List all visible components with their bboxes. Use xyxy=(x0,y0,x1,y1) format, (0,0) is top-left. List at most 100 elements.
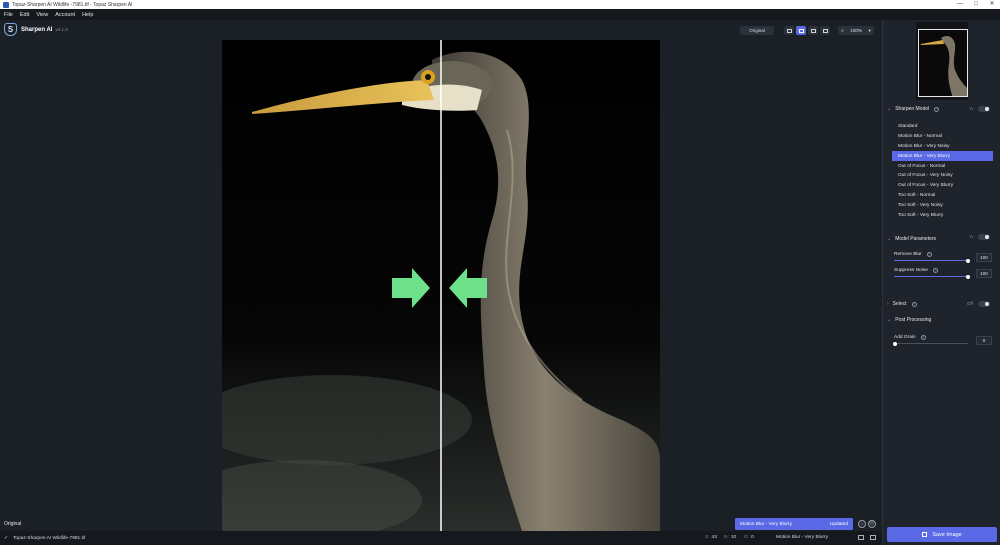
model-item-too-soft-normal[interactable]: Too Soft - Normal xyxy=(892,191,993,201)
menu-edit[interactable]: Edit xyxy=(20,12,29,18)
model-item-too-soft-very-blurry[interactable]: Too Soft - Very Blurry xyxy=(892,210,993,220)
add-grain-slider-handle[interactable] xyxy=(893,341,897,346)
show-original-button[interactable]: Original xyxy=(740,26,774,35)
help-icon[interactable]: ? xyxy=(932,268,938,273)
heron-image xyxy=(222,40,660,531)
single-view-icon xyxy=(786,28,792,33)
suppress-noise-slider-handle[interactable] xyxy=(966,274,970,279)
menu-account[interactable]: Account xyxy=(55,12,75,18)
status-model: Motion Blur - Very Blurry xyxy=(776,535,828,540)
model-parameters-auto-toggle[interactable] xyxy=(978,234,990,240)
zoom-dropdown[interactable]: ⌕ 100% ▾ xyxy=(838,26,874,35)
chevron-down-icon: ▾ xyxy=(868,27,871,33)
model-item-out-of-focus-very-blurry[interactable]: Out of Focus - Very Blurry xyxy=(892,181,993,191)
image-canvas[interactable]: Original Motion Blur - Very Blurry Updat… xyxy=(0,40,882,531)
help-icon[interactable]: ? xyxy=(926,252,932,257)
select-toggle-label: Off xyxy=(967,301,973,306)
remove-blur-control: Remove Blur? 100 xyxy=(894,252,992,263)
frown-feedback-icon[interactable]: ☹ xyxy=(868,520,876,528)
magnifier-icon: ⌕ xyxy=(841,28,844,33)
help-icon[interactable]: ? xyxy=(920,335,926,340)
suppress-noise-control: Suppress Noise? 100 xyxy=(894,268,992,279)
menu-help[interactable]: Help xyxy=(82,12,93,18)
post-processing-header[interactable]: ⌄ Post Processing xyxy=(887,317,931,323)
model-item-out-of-focus-normal[interactable]: Out of Focus - Normal xyxy=(892,161,993,171)
app-version: v4.1.0 xyxy=(55,27,68,32)
sharpen-model-auto-toggle[interactable] xyxy=(978,106,990,112)
model-parameters-header[interactable]: ⌄ Model Parameters xyxy=(887,236,936,242)
select-header[interactable]: › Select ? xyxy=(887,301,917,307)
model-item-motion-blur-very-blurry[interactable]: Motion Blur - Very Blurry xyxy=(892,151,993,162)
chevron-down-icon: ⌄ xyxy=(887,106,892,112)
save-image-button[interactable]: Save Image xyxy=(887,527,997,542)
single-view-button[interactable] xyxy=(784,26,794,35)
model-item-standard[interactable]: Standard xyxy=(892,122,993,132)
chevron-right-icon: › xyxy=(887,301,889,307)
sharpen-model-header[interactable]: ⌄ Sharpen Model ? xyxy=(887,106,940,112)
model-list: Standard Motion Blur - Normal Motion Blu… xyxy=(892,122,993,220)
menu-view[interactable]: View xyxy=(36,12,48,18)
chevron-down-icon: ⌄ xyxy=(887,236,892,242)
remove-blur-slider[interactable] xyxy=(894,260,968,261)
model-item-motion-blur-normal[interactable]: Motion Blur - Normal xyxy=(892,132,993,142)
camera-icon[interactable] xyxy=(858,535,864,540)
menu-bar: File Edit View Account Help xyxy=(0,9,1000,20)
sharpen-model-title: Sharpen Model xyxy=(895,106,930,112)
quad-view-button[interactable] xyxy=(820,26,830,35)
maximize-button[interactable]: □ xyxy=(968,0,984,9)
check-icon: ✓ xyxy=(4,535,9,541)
model-item-motion-blur-very-noisy[interactable]: Motion Blur - Very Noisy xyxy=(892,142,993,152)
sharpen-model-auto-label: A xyxy=(970,106,974,111)
model-parameters-auto-label: A xyxy=(970,234,974,239)
file-name: Topaz-Sharpen AI Wildlife-7981.tif xyxy=(13,535,86,541)
original-pane-label: Original xyxy=(4,521,22,527)
add-grain-control: Add Grain? 0 xyxy=(893,335,992,346)
smile-feedback-icon[interactable]: ☺ xyxy=(858,520,866,528)
help-icon[interactable]: ? xyxy=(911,301,917,307)
minimize-button[interactable]: — xyxy=(952,0,968,9)
remove-blur-value[interactable]: 100 xyxy=(976,253,992,262)
split-view-icon xyxy=(798,28,804,33)
preview-model-name: Motion Blur - Very Blurry xyxy=(740,521,792,527)
model-item-too-soft-very-noisy[interactable]: Too Soft - Very Noisy xyxy=(892,200,993,210)
quad-view-icon xyxy=(822,28,828,33)
suppress-noise-value[interactable]: 100 xyxy=(976,269,992,278)
side-by-side-view-button[interactable] xyxy=(808,26,818,35)
status-bar: ✓ Topaz-Sharpen AI Wildlife-7981.tif S: 4… xyxy=(0,531,882,545)
model-item-out-of-focus-very-noisy[interactable]: Out of Focus - Very Noisy xyxy=(892,171,993,181)
window-titlebar: Topaz-Sharpen AI Wildlife -7981.tif - To… xyxy=(0,0,1000,9)
sharpen-logo-icon: S xyxy=(4,23,17,36)
save-icon xyxy=(922,532,928,537)
add-grain-slider[interactable] xyxy=(894,343,968,344)
preview-state: Updated xyxy=(829,521,848,527)
save-image-label: Save Image xyxy=(932,531,962,538)
remove-blur-label: Remove Blur xyxy=(894,252,922,257)
add-grain-value[interactable]: 0 xyxy=(976,336,992,345)
brand: S Sharpen AI v4.1.0 xyxy=(4,23,68,36)
close-button[interactable]: ✕ xyxy=(984,0,1000,9)
right-panel: ⌄ Sharpen Model ? A Standard Motion Blur… xyxy=(882,20,1000,545)
top-toolbar: S Sharpen AI v4.1.0 Original ⌕ 100% ▾ xyxy=(0,20,882,40)
metric-grain: G: 0 xyxy=(744,535,754,540)
select-toggle[interactable] xyxy=(978,301,990,307)
add-grain-label: Add Grain xyxy=(894,335,916,340)
trash-icon[interactable] xyxy=(870,535,876,540)
navigator-image xyxy=(919,30,967,96)
split-view-button[interactable] xyxy=(796,26,806,35)
metric-sharpen: S: 43 xyxy=(705,535,717,540)
post-processing-title: Post Processing xyxy=(895,317,932,323)
model-parameters-title: Model Parameters xyxy=(895,236,937,242)
menu-file[interactable]: File xyxy=(4,12,13,18)
chevron-down-icon: ⌄ xyxy=(887,317,892,323)
navigator-thumbnail[interactable] xyxy=(918,29,968,97)
original-button-label: Original xyxy=(749,28,765,33)
app-icon xyxy=(3,1,9,8)
suppress-noise-label: Suppress Noise xyxy=(894,268,928,273)
remove-blur-slider-handle[interactable] xyxy=(966,258,970,263)
metric-noise: N: 10 xyxy=(724,535,737,540)
suppress-noise-slider[interactable] xyxy=(894,276,968,277)
side-by-side-icon xyxy=(810,28,816,33)
help-icon[interactable]: ? xyxy=(934,106,940,112)
heron-photo[interactable] xyxy=(222,40,660,531)
select-title: Select xyxy=(892,301,907,307)
